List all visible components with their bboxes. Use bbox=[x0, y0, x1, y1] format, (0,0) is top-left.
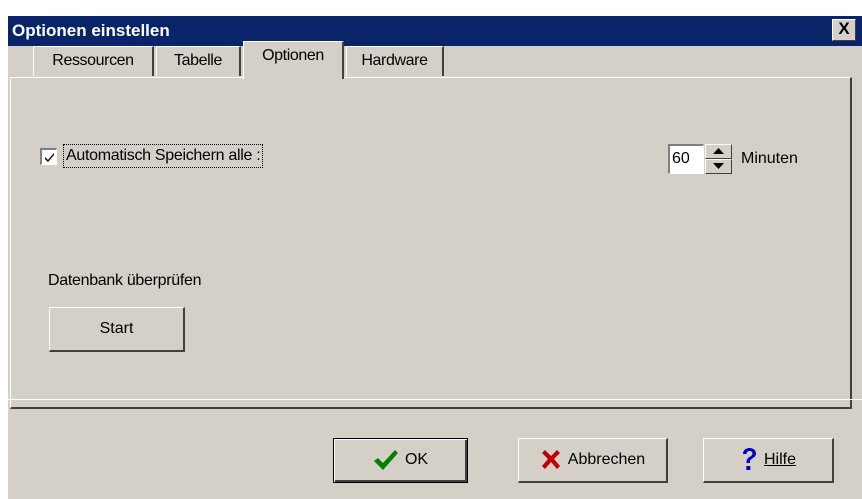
checkmark-icon bbox=[373, 450, 398, 470]
tab-label: Optionen bbox=[262, 47, 324, 64]
help-button[interactable]: Hilfe bbox=[703, 438, 834, 483]
window-title: Optionen einstellen bbox=[12, 21, 170, 40]
help-label: Hilfe bbox=[763, 451, 796, 468]
tab-tabelle[interactable]: Tabelle bbox=[156, 46, 241, 76]
question-mark-icon bbox=[742, 448, 756, 470]
ok-button[interactable]: OK bbox=[333, 438, 468, 483]
tab-label: Hardware bbox=[361, 52, 428, 69]
cancel-label: Abbrechen bbox=[567, 451, 646, 468]
separator-line bbox=[0, 399, 862, 400]
tab-panel-optionen bbox=[10, 77, 852, 409]
tab-ressourcen[interactable]: Ressourcen bbox=[33, 46, 154, 76]
ok-label: OK bbox=[404, 451, 429, 468]
tab-hardware[interactable]: Hardware bbox=[346, 46, 444, 76]
tab-label: Ressourcen bbox=[52, 52, 134, 69]
title-bar[interactable]: Optionen einstellen X bbox=[8, 16, 862, 46]
close-icon: X bbox=[838, 19, 850, 38]
close-button[interactable]: X bbox=[832, 19, 856, 41]
tab-label: Tabelle bbox=[174, 52, 222, 69]
x-mark-icon bbox=[541, 450, 560, 469]
tab-optionen[interactable]: Optionen bbox=[243, 41, 344, 79]
cancel-button[interactable]: Abbrechen bbox=[518, 438, 668, 483]
